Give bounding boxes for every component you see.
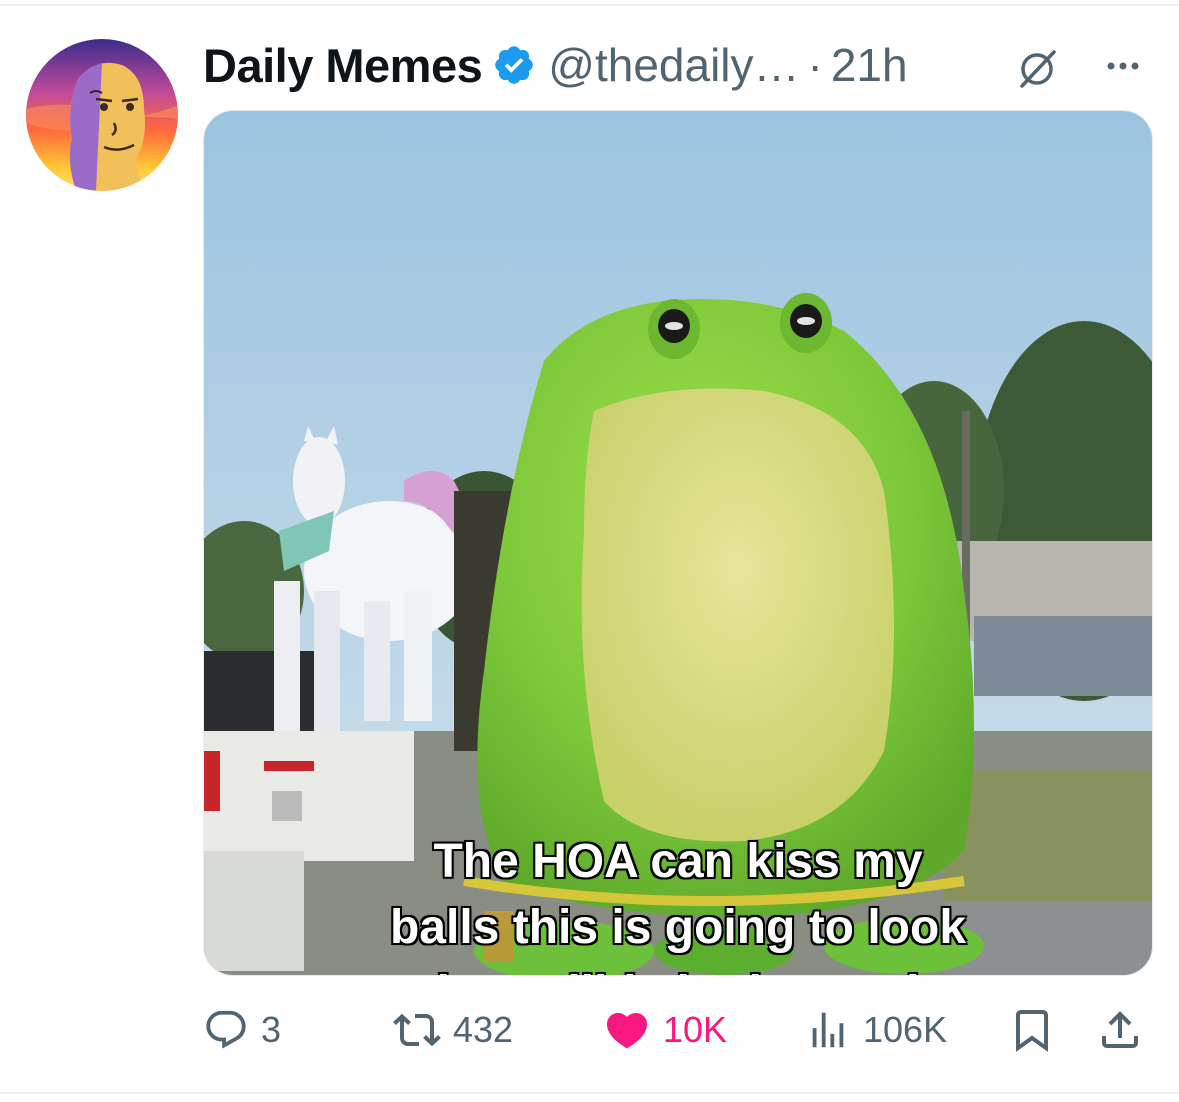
grok-icon[interactable] [1012, 44, 1062, 94]
post-time[interactable]: 21h [831, 38, 908, 92]
reply-count: 3 [261, 1009, 282, 1050]
views-count: 106K [863, 1009, 948, 1050]
like-count: 10K [663, 1009, 728, 1050]
upload-share-icon [1102, 1011, 1138, 1048]
verified-badge-icon [492, 43, 536, 87]
reply-button[interactable]: 3 [203, 1000, 281, 1060]
caption-line: incredible in the yard [204, 961, 1152, 975]
bookmark-icon [1016, 1010, 1048, 1052]
post-header: Daily Memes @thedaily… · 21h [203, 34, 908, 96]
avatar[interactable] [26, 39, 178, 191]
speech-bubble-icon [206, 1010, 246, 1049]
heart-icon [606, 1013, 648, 1049]
author-name[interactable]: Daily Memes [203, 38, 483, 93]
repost-count: 432 [453, 1009, 514, 1050]
caption-line: The HOA can kiss my [432, 834, 923, 889]
divider-bottom [0, 1092, 1179, 1094]
tweet[interactable]: Daily Memes @thedaily… · 21h The HOA can… [0, 0, 1179, 1102]
action-bar: 3 432 10K 106K [203, 1000, 1151, 1060]
views-button[interactable]: 106K [805, 1000, 947, 1060]
image-caption: The HOA can kiss my balls this is going … [204, 829, 1152, 975]
ellipsis-icon[interactable] [1098, 44, 1148, 94]
bar-chart-icon [812, 1012, 844, 1048]
repost-button[interactable]: 432 [393, 1000, 513, 1060]
share-button[interactable] [1096, 1000, 1156, 1060]
divider-top [0, 4, 1179, 6]
like-button[interactable]: 10K [603, 1000, 727, 1060]
author-handle[interactable]: @thedaily… [548, 38, 799, 92]
caption-line: balls this is going to look [389, 900, 967, 955]
post-image[interactable]: The HOA can kiss my balls this is going … [203, 110, 1153, 976]
separator: · [807, 39, 823, 91]
bookmark-button[interactable] [1008, 1000, 1068, 1060]
repost-arrows-icon [393, 1013, 441, 1047]
